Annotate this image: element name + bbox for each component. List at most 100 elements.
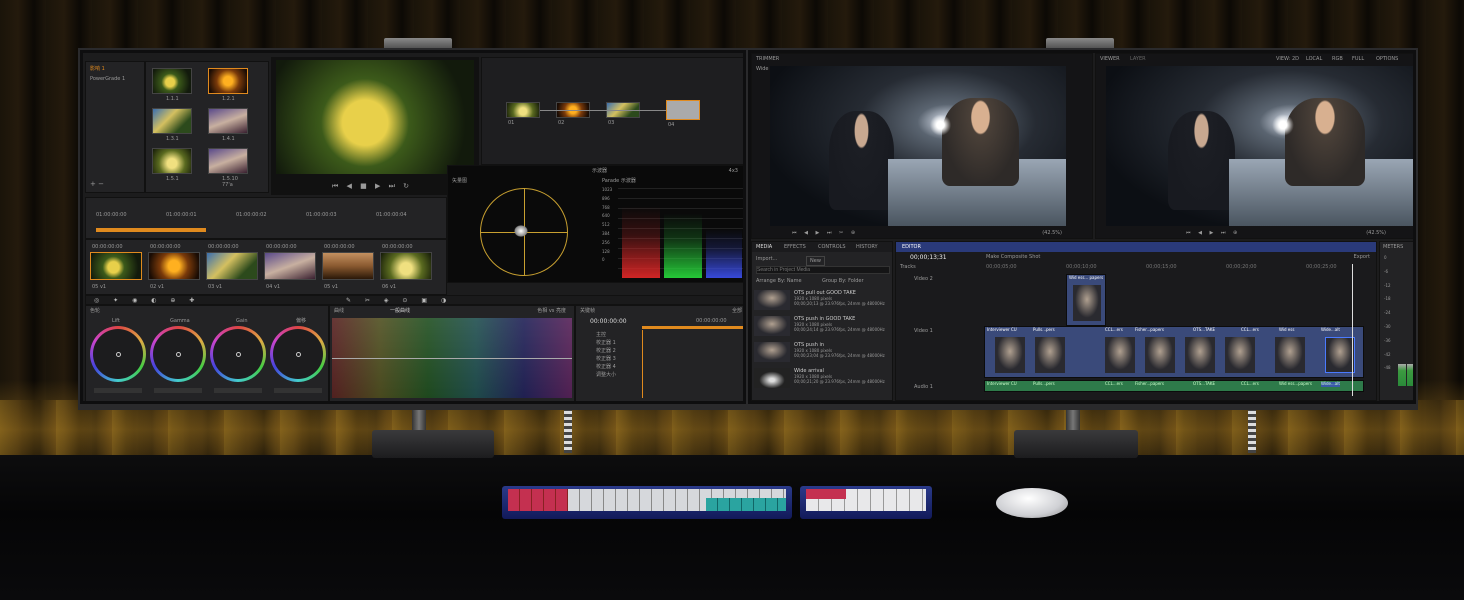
viewer-tab[interactable]: VIEWER [1100,56,1120,62]
parade-red [622,206,660,278]
audio-clip[interactable]: Pulls...pers [1033,381,1055,387]
timeline-clip[interactable]: Interviewer CU [987,327,1017,333]
viewer-zoom[interactable]: (42.5%) [1366,230,1386,236]
timecode: 01:00:00:01 [166,212,197,218]
node-graph: 01 02 03 04 [481,57,743,165]
group-dropdown[interactable]: Group By: Folder [822,278,864,284]
media-item[interactable]: OTS push in GOOD TAKE 1920 x 1080 pixels… [754,314,890,338]
parade-label[interactable]: Parade 示波器 [602,178,636,184]
audio-clip[interactable]: Wid ess...papers [1279,381,1312,387]
clip-thumb-selected[interactable] [90,252,142,280]
clip-thumb[interactable] [148,252,200,280]
new-button[interactable]: New [806,256,825,266]
timeline-clip[interactable]: OTS...TAKE [1193,327,1215,333]
still-thumb[interactable] [208,108,248,134]
tab-history[interactable]: HISTORY [856,244,878,250]
timeline-progress[interactable] [96,228,206,232]
timeline-clip[interactable]: CCL...ers [1241,327,1259,333]
keyframe-track[interactable]: 校正器 3 [596,356,616,362]
media-item[interactable]: OTS push in 1920 x 1080 pixels 00;00;23;… [754,340,890,364]
keyframe-playhead[interactable] [642,330,643,398]
offset-wheel[interactable] [270,326,326,382]
gain-wheel[interactable] [210,326,266,382]
lift-wheel[interactable] [90,326,146,382]
composite-shot-button[interactable]: Make Composite Shot [986,254,1040,260]
still-thumb[interactable] [208,148,248,174]
still-thumb[interactable] [152,148,192,174]
scopes-zoom[interactable]: 4x3 [729,168,738,174]
audio-clip-selected[interactable]: Wide...alt [1321,381,1340,387]
keyframe-track[interactable]: 主控 [596,332,606,338]
ruler-mark: 00;00;20;00 [1226,264,1257,270]
gain-slider[interactable] [214,388,262,393]
view-space[interactable]: LOCAL [1306,56,1322,62]
scopes-title: 示波器 [592,168,608,174]
audio-clip[interactable]: Fisher...papers [1135,381,1164,387]
clip-thumb[interactable] [206,252,258,280]
audio-clip[interactable]: OTS...TAKE [1193,381,1215,387]
curves-mode[interactable]: 一般曲线 [390,308,410,314]
tool-icons[interactable]: ◎ ✦ ◉ ◐ ⊕ ✚ [94,297,200,304]
track-label-audio1[interactable]: Audio 1 [914,384,933,390]
vectorscope-label[interactable]: 矢量图 [452,178,467,184]
trimmer-transport[interactable]: ⏮ ◀ ▶ ⏭ ✂ ⊕ [792,230,858,236]
timeline-clip[interactable]: CCL...ers [1105,327,1123,333]
viewer-transport[interactable]: ⏮ ◀ ▶ ⏭ ⊕ [1186,230,1240,236]
media-item-meta: 1920 x 1080 pixels 00;00;23;04 @ 23.976f… [794,348,885,358]
node-thumb[interactable] [506,102,540,118]
timeline-clip-v2[interactable]: Wid ess... papers [1066,274,1106,326]
curves-graph[interactable] [332,318,572,398]
node-thumb-selected[interactable] [666,100,700,120]
keyframes-mode[interactable]: 全部 [732,308,742,314]
hue-vs-lum-label[interactable]: 色相 vs 亮度 [537,308,566,314]
gallery-item-1[interactable]: 影响 1 [90,66,105,72]
offset-slider[interactable] [274,388,322,393]
tab-editor[interactable]: EDITOR [902,244,921,250]
transport-controls[interactable]: ⏮ ◀ ■ ▶ ⏭ ↻ [332,182,412,190]
clip-thumb[interactable] [322,252,374,280]
still-thumb-selected[interactable] [208,68,248,94]
track-label-video1[interactable]: Video 1 [914,328,933,334]
keyframe-track[interactable]: 调整大小 [596,372,616,378]
gamma-slider[interactable] [154,388,202,393]
view-options[interactable]: OPTIONS [1376,56,1398,62]
add-icon[interactable]: + − [90,180,104,188]
tool-icons-2[interactable]: ✎ ✂ ◈ ⊙ ▣ ◑ [346,297,452,304]
audio-clip[interactable]: CCL...ers [1241,381,1259,387]
still-thumb[interactable] [152,108,192,134]
timeline-clip[interactable]: Fisher...papers [1135,327,1164,333]
keyframe-track[interactable]: 校正器 1 [596,340,616,346]
keyframe-track[interactable]: 校正器 4 [596,364,616,370]
timeline-clip[interactable]: Wid ess [1279,327,1294,333]
view-channels[interactable]: RGB [1332,56,1343,62]
clip-thumb[interactable] [264,252,316,280]
export-button[interactable]: Export [1354,254,1370,260]
media-item-meta: 1920 x 1080 pixels 00;00;21;20 @ 23.976f… [794,374,885,384]
keyframe-track[interactable]: 校正器 2 [596,348,616,354]
media-thumb [754,290,790,310]
lift-slider[interactable] [94,388,142,393]
trimmer-zoom[interactable]: (42.5%) [1042,230,1062,236]
timeline-clip-selected[interactable]: Wide...alt [1321,327,1340,333]
gamma-wheel[interactable] [150,326,206,382]
media-item[interactable]: Wide arrival 1920 x 1080 pixels 00;00;21… [754,366,890,390]
clip-thumb[interactable] [380,252,432,280]
view-mode[interactable]: VIEW: 2D [1276,56,1299,62]
tab-media[interactable]: MEDIA [756,244,772,250]
import-button[interactable]: Import... [756,256,777,262]
tab-effects[interactable]: EFFECTS [784,244,806,250]
tab-controls[interactable]: CONTROLS [818,244,846,250]
trimmer-title[interactable]: TRIMMER [756,56,779,62]
media-search-input[interactable] [756,266,890,274]
layer-tab[interactable]: LAYER [1130,56,1146,62]
audio-clip[interactable]: CCL...ers [1105,381,1123,387]
audio-clip[interactable]: Interviewer CU [987,381,1017,387]
gallery-item-2[interactable]: PowerGrade 1 [90,76,125,82]
view-resolution[interactable]: FULL [1352,56,1364,62]
timeline-clip[interactable]: Pulls...pers [1033,327,1055,333]
still-thumb[interactable] [152,68,192,94]
media-item[interactable]: OTS pull out GOOD TAKE 1920 x 1080 pixel… [754,288,890,312]
arrange-dropdown[interactable]: Arrange By: Name [756,278,802,284]
editor-playhead[interactable] [1352,264,1353,396]
track-label-video2[interactable]: Video 2 [914,276,933,282]
